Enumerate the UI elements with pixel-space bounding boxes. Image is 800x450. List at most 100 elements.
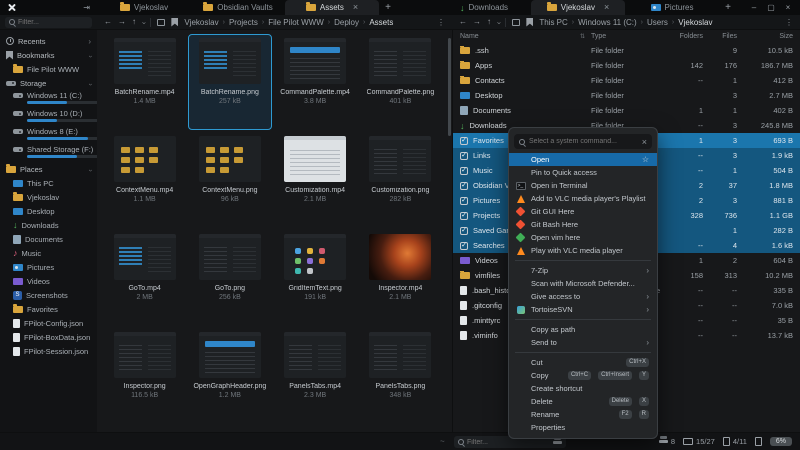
sidebar-item-windows-10-d[interactable]: Windows 10 (D:) [0, 108, 97, 126]
menu-item-pin-to-quick-access[interactable]: Pin to Quick access [509, 166, 657, 179]
back-icon[interactable]: ← [459, 17, 467, 27]
tab-obsidian-vaults[interactable]: Obsidian Vaults [191, 0, 285, 15]
menu-item-copy-as-path[interactable]: Copy as path [509, 323, 657, 336]
breadcrumb-item-this-pc[interactable]: This PC [539, 18, 567, 27]
grid-item-panelstabs-mp4[interactable]: PanelsTabs.mp42.3 MB [274, 328, 357, 424]
checkbox-checked[interactable]: ✓ [460, 212, 468, 220]
breadcrumb-item-windows-11-c[interactable]: Windows 11 (C:) [578, 18, 637, 27]
grid-item-goto-mp4[interactable]: GoTo.mp42 MB [103, 230, 186, 326]
column-header-files[interactable]: Files [703, 33, 737, 40]
grid-item-batchrename-mp4[interactable]: BatchRename.mp41.4 MB [103, 34, 186, 130]
up-icon[interactable]: ↑ [487, 17, 491, 27]
left-pane-scrollbar[interactable] [448, 38, 451, 136]
menu-item-properties[interactable]: Properties [509, 421, 657, 434]
grid-item-panelstabs-png[interactable]: PanelsTabs.png348 kB [359, 328, 442, 424]
column-header-name[interactable]: Name⇅ [460, 33, 591, 40]
bookmark-icon[interactable] [526, 18, 533, 27]
close-icon[interactable]: × [642, 137, 647, 147]
sort-icon[interactable]: ⇅ [580, 33, 585, 40]
sidebar-section-bookmarks[interactable]: Bookmarks› [0, 48, 97, 62]
sidebar-item-fpilot-session-json[interactable]: FPilot-Session.json [0, 344, 97, 358]
menu-item-scan-with-microsoft-defender[interactable]: Scan with Microsoft Defender... [509, 277, 657, 290]
sidebar-item-this-pc[interactable]: This PC [0, 176, 97, 190]
new-tab-button[interactable]: + [719, 0, 737, 15]
grid-item-inspector-mp4[interactable]: Inspector.mp42.1 MB [359, 230, 442, 326]
breadcrumb-item-users[interactable]: Users [647, 18, 668, 27]
clipboard-icon[interactable] [755, 437, 762, 446]
menu-item-rename[interactable]: RenameF2R [509, 408, 657, 421]
more-options-icon[interactable]: ⋮ [437, 18, 445, 27]
breadcrumb-item-deploy[interactable]: Deploy [334, 18, 359, 27]
breadcrumb-item-vjekoslav[interactable]: Vjekoslav [184, 18, 218, 27]
checkbox-checked[interactable]: ✓ [460, 197, 468, 205]
menu-item-git-gui-here[interactable]: Git GUI Here [509, 205, 657, 218]
menu-item-tortoisesvn[interactable]: TortoiseSVN› [509, 303, 657, 316]
filter-options-icon[interactable] [553, 441, 562, 444]
sidebar-item-vjekoslav[interactable]: Vjekoslav [0, 190, 97, 204]
checkbox-checked[interactable]: ✓ [460, 227, 468, 235]
breadcrumb-item-assets[interactable]: Assets [369, 18, 393, 27]
sidebar-item-windows-11-c[interactable]: Windows 11 (C:) [0, 90, 97, 108]
checkbox-checked[interactable]: ✓ [460, 167, 468, 175]
pane-resize-handle[interactable]: ~ [440, 437, 445, 446]
close-button[interactable]: × [781, 2, 795, 14]
menu-item-7-zip[interactable]: 7-Zip› [509, 264, 657, 277]
menu-item-open[interactable]: Open☆ [509, 153, 657, 166]
menu-item-copy[interactable]: CopyCtrl+CCtrl+InsertY [509, 369, 657, 382]
sidebar-item-shared-storage-f[interactable]: Shared Storage (F:) [0, 144, 97, 162]
usage-badge[interactable]: 6% [770, 437, 792, 446]
breadcrumb-item-file-pilot-www[interactable]: File Pilot WWW [268, 18, 324, 27]
sidebar-item-fpilot-boxdata-json[interactable]: FPilot-BoxData.json [0, 330, 97, 344]
grid-item-commandpalette-png[interactable]: CommandPalette.png401 kB [359, 34, 442, 130]
tab-pictures[interactable]: Pictures [625, 0, 719, 15]
file-row-contacts[interactable]: ContactsFile folder--1412 B [453, 73, 800, 88]
left-filter-input[interactable] [18, 19, 88, 26]
tab-vjekoslav[interactable]: Vjekoslav [97, 0, 191, 15]
sidebar-item-favorites[interactable]: Favorites [0, 302, 97, 316]
menu-item-play-with-vlc-media-player[interactable]: Play with VLC media player [509, 244, 657, 257]
sidebar-item-desktop[interactable]: Desktop [0, 204, 97, 218]
chevron-down-icon[interactable]: › [89, 79, 91, 88]
grid-item-goto-png[interactable]: GoTo.png256 kB [188, 230, 271, 326]
file-row-ssh[interactable]: .sshFile folder910.5 kB [453, 43, 800, 58]
sidebar-section-recents[interactable]: Recents› [0, 34, 97, 48]
tab-assets[interactable]: Assets× [285, 0, 379, 15]
file-row-documents[interactable]: DocumentsFile folder11402 B [453, 103, 800, 118]
up-icon[interactable]: ↑ [132, 17, 136, 27]
history-dropdown-icon[interactable]: › [142, 17, 144, 28]
grid-item-griditemtext-png[interactable]: GridItemText.png191 kB [274, 230, 357, 326]
grid-item-contextmenu-png[interactable]: ContextMenu.png96 kB [188, 132, 271, 228]
menu-item-add-to-vlc-media-player-s-playlist[interactable]: Add to VLC media player's Playlist [509, 192, 657, 205]
close-icon[interactable]: × [604, 3, 609, 12]
breadcrumb-item-vjekoslav[interactable]: Vjekoslav [678, 18, 712, 27]
column-header-folders[interactable]: Folders [669, 33, 703, 40]
more-options-icon[interactable]: ⋮ [785, 18, 793, 27]
grid-item-inspector-png[interactable]: Inspector.png116.5 kB [103, 328, 186, 424]
checkbox-checked[interactable]: ✓ [460, 137, 468, 145]
grid-item-contextmenu-mp4[interactable]: ContextMenu.mp41.1 MB [103, 132, 186, 228]
file-row-apps[interactable]: AppsFile folder142176186.7 MB [453, 58, 800, 73]
chevron-right-icon[interactable]: › [88, 37, 91, 46]
menu-item-open-in-terminal[interactable]: >_Open in Terminal [509, 179, 657, 192]
tab-downloads[interactable]: ↓Downloads [437, 0, 531, 15]
file-row-desktop[interactable]: DesktopFile folder32.7 MB [453, 88, 800, 103]
recent-locations-icon[interactable] [512, 19, 520, 26]
column-header-type[interactable]: Type [591, 33, 669, 40]
history-dropdown-icon[interactable]: › [497, 17, 499, 28]
menu-item-send-to[interactable]: Send to› [509, 336, 657, 349]
back-icon[interactable]: ← [104, 17, 112, 27]
sidebar-section-places[interactable]: Places› [0, 162, 97, 176]
minimize-button[interactable]: – [747, 2, 761, 14]
sidebar-item-file-pilot-www[interactable]: File Pilot WWW [0, 62, 97, 76]
right-filter-input[interactable] [467, 439, 550, 446]
menu-item-open-vim-here[interactable]: Open vim here [509, 231, 657, 244]
close-icon[interactable]: × [353, 3, 358, 12]
command-search-input[interactable] [529, 138, 638, 145]
sidebar-item-documents[interactable]: Documents [0, 232, 97, 246]
checkbox-checked[interactable]: ✓ [460, 182, 468, 190]
chevron-down-icon[interactable]: › [89, 51, 91, 60]
checkbox-checked[interactable]: ✓ [460, 152, 468, 160]
recent-locations-icon[interactable] [157, 19, 165, 26]
forward-icon[interactable]: → [118, 17, 126, 27]
menu-item-git-bash-here[interactable]: Git Bash Here [509, 218, 657, 231]
